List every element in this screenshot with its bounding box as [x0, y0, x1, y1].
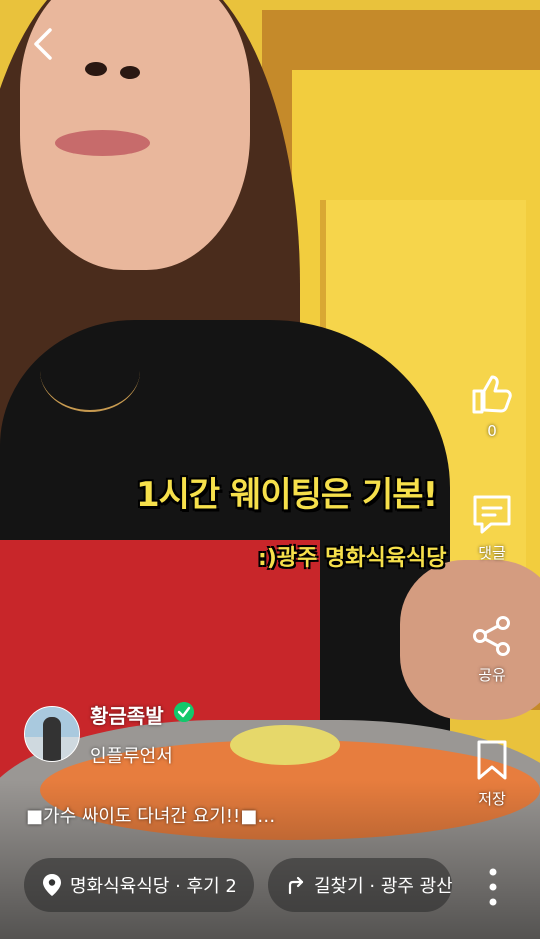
location-pin-icon	[43, 874, 61, 896]
verified-badge-icon	[174, 702, 194, 722]
person-nostril	[120, 66, 140, 79]
save-button[interactable]: 저장	[462, 738, 522, 809]
comment-icon	[473, 495, 511, 534]
save-label: 저장	[478, 790, 506, 808]
video-caption-sub: :)광주 명화식육식당	[258, 546, 447, 571]
route-chip[interactable]: 길찾기 · 광주 광산구	[268, 858, 452, 912]
share-icon	[473, 616, 510, 656]
like-button[interactable]: 0	[462, 372, 522, 440]
person-nostril	[85, 62, 107, 76]
like-count: 0	[487, 422, 497, 440]
author-role: 인플루언서	[90, 746, 173, 767]
route-arrow-icon	[288, 876, 304, 895]
chevron-left-icon[interactable]	[28, 26, 58, 62]
more-vertical-icon[interactable]	[478, 866, 508, 908]
comment-button[interactable]: 댓글	[462, 492, 522, 563]
bookmark-icon	[477, 740, 507, 780]
avatar-figure	[43, 717, 61, 761]
author-info[interactable]: 황금족발 인플루언서	[24, 702, 324, 772]
thumbs-up-icon	[472, 375, 512, 414]
share-button[interactable]: 공유	[462, 614, 522, 685]
video-caption-main: 1시간 웨이팅은 기본!	[136, 475, 438, 515]
place-chip-label: 명화식육식당 · 후기 2	[70, 876, 237, 897]
author-name[interactable]: 황금족발	[90, 700, 164, 729]
comment-label: 댓글	[478, 544, 506, 562]
place-chip[interactable]: 명화식육식당 · 후기 2	[24, 858, 254, 912]
avatar[interactable]	[24, 706, 80, 762]
necklace	[40, 330, 140, 412]
route-chip-label: 길찾기 · 광주 광산구	[314, 876, 452, 897]
person-lips	[55, 130, 150, 156]
share-label: 공유	[478, 666, 506, 684]
video-description[interactable]: ■가수 싸이도 다녀간 요기!!■…	[26, 802, 275, 828]
